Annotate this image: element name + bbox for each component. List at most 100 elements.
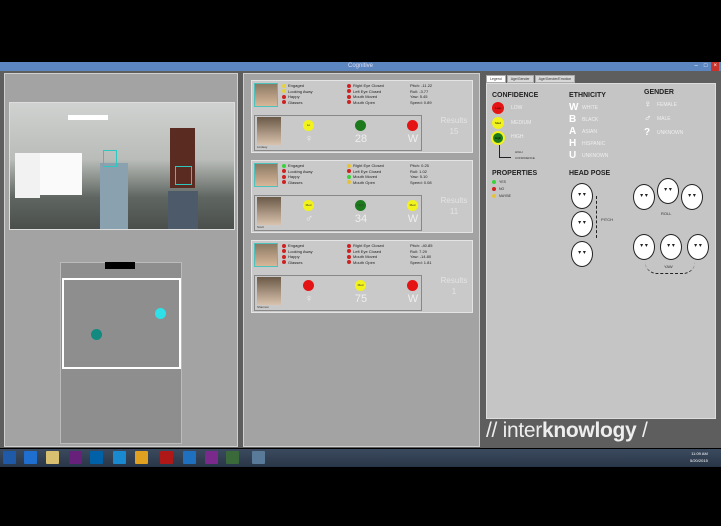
confidence-high: HIGH: [511, 134, 524, 140]
property-legend-item: NO: [492, 187, 504, 191]
close-button[interactable]: ×: [711, 62, 719, 71]
face-yaw-right-icon: ▾ ▾: [687, 234, 709, 260]
face-thumbnail: [254, 243, 278, 267]
face-roll-right-icon: ▾ ▾: [681, 184, 703, 210]
taskbar-ie-icon[interactable]: [24, 451, 37, 464]
face-yaw-left-icon: ▾ ▾: [633, 234, 655, 260]
minimize-button[interactable]: –: [693, 62, 700, 71]
window-controls: – □ ×: [693, 62, 719, 71]
taskbar-visual-studio-icon[interactable]: [69, 451, 82, 464]
clock-time: 11:09 AM: [691, 451, 708, 456]
taskbar-onenote-icon[interactable]: [205, 451, 218, 464]
attribute-value: ♀: [304, 133, 314, 145]
label: LOW: [511, 105, 523, 111]
taskbar: [0, 449, 721, 467]
label: UNKNOWN: [657, 129, 684, 136]
taskbar-lync-icon[interactable]: [183, 451, 196, 464]
ethnicity-item: H HISPANIC: [569, 138, 605, 149]
status-dot-icon: [347, 83, 351, 88]
tab-age-gender-emotion[interactable]: Age/Gender/Emotion: [534, 75, 576, 83]
gender-title: GENDER: [644, 89, 674, 96]
attribute-value: ♀: [304, 293, 314, 305]
status-dot-icon: [282, 180, 286, 185]
taskbar-app-icon[interactable]: [113, 451, 126, 464]
status-dot-icon: [347, 174, 351, 179]
status-dot-icon: [282, 174, 286, 179]
property-label: Mouth Open: [353, 179, 376, 185]
results-count: Results 1: [436, 275, 472, 297]
attribute-value: W: [407, 133, 419, 145]
ethnicity-item: W WHITE: [569, 102, 598, 113]
head-pose-values: Pitch: 0.25 Roll: 1.02 Yaw: 5.10 Speed: 0.0…: [410, 163, 432, 185]
taskbar-outlook-icon[interactable]: [90, 451, 103, 464]
confidence-title: CONFIDENCE: [492, 92, 539, 99]
attribute-value: 34: [354, 213, 368, 225]
confidence-low: LOW: [511, 105, 522, 111]
attribute-value: 75: [354, 293, 368, 305]
confidence-circle: Lo: [303, 120, 314, 131]
status-dot-icon: [347, 180, 351, 185]
results-label: Results: [440, 116, 468, 125]
status-dot-icon: [282, 249, 286, 254]
confidence-circle: [407, 280, 418, 291]
properties-title: PROPERTIES: [492, 170, 538, 177]
results-value: 1: [451, 287, 457, 296]
status-dot-icon: [282, 254, 286, 259]
status-dot-icon: [492, 187, 496, 191]
pose-value: Speed: 0.89: [410, 99, 432, 105]
taskbar-start-icon[interactable]: [3, 451, 16, 464]
brand-bold: knowlogy: [541, 419, 637, 442]
properties-list: Right Eye Closed Left Eye Closed Mouth Mov…: [347, 83, 384, 105]
property-legend-item: MAYBE: [492, 194, 511, 198]
status-dot-icon: [347, 260, 351, 265]
status-dot-icon: [282, 83, 286, 88]
confidence-medium-badge: Med: [492, 117, 504, 129]
face-pitch-up-icon: ▾ ▾: [571, 183, 593, 209]
results-count: Results 15: [436, 115, 472, 137]
window-titlebar: Cognitive: [0, 62, 721, 71]
taskbar-media-icon[interactable]: [160, 451, 173, 464]
clock[interactable]: 11:09 AM 5/20/2015: [690, 450, 708, 464]
property-item: Glasses: [282, 100, 313, 106]
status-dot-icon: [347, 249, 351, 254]
property-label: Mouth Open: [353, 99, 376, 105]
pitch-label: PITCH: [601, 217, 613, 222]
tab-age-gender[interactable]: Age/Gender: [506, 75, 534, 83]
property-item: Glasses: [282, 180, 313, 186]
person-photo: [257, 197, 281, 225]
person-name: Scott: [257, 225, 264, 229]
taskbar-camtasia-icon[interactable]: [226, 451, 239, 464]
taskbar-explorer-icon[interactable]: [46, 451, 59, 464]
status-dot-icon: [282, 100, 286, 105]
label: HISPANIC: [582, 140, 606, 147]
confidence-note: HIGH: [515, 150, 523, 154]
taskbar-app2-icon[interactable]: [252, 451, 265, 464]
brand-post: /: [636, 419, 648, 442]
head-pose-title: HEAD POSE: [569, 170, 611, 177]
label: FEMALE: [657, 101, 678, 108]
legend-tabs: Legend Age/Gender Age/Gender/Emotion: [486, 75, 576, 83]
ethnicity-item: U UNKNOWN: [569, 150, 608, 161]
tab-legend[interactable]: Legend: [486, 75, 506, 83]
brand-pre: // inter: [486, 419, 542, 442]
results-value: 11: [449, 207, 459, 216]
pose-value: Speed: 1.81: [410, 259, 432, 265]
status-dot-icon: [347, 254, 351, 259]
taskbar-chrome-icon[interactable]: [135, 451, 148, 464]
face-pitch-center-icon: ▾ ▾: [571, 211, 593, 237]
person-photo: [257, 277, 281, 305]
ethnicity-letter: A: [569, 126, 577, 137]
label: YES: [499, 180, 507, 184]
label: ASIAN: [582, 128, 598, 135]
maximize-button[interactable]: □: [702, 62, 710, 71]
legend: CONFIDENCE Low LOW Med MEDIUM High HIGH …: [486, 83, 716, 419]
ethnicity-letter: H: [569, 138, 577, 149]
attribute-value: W: [407, 213, 419, 225]
status-dot-icon: [282, 163, 286, 168]
property-label: Mouth Open: [353, 259, 376, 265]
face-pitch-down-icon: ▾ ▾: [571, 241, 593, 267]
face-result-card: Engaged Looking Away Happy Glasses Right Eye…: [251, 80, 473, 153]
ethnicity-letter: U: [569, 150, 577, 161]
label: WHITE: [582, 104, 599, 111]
confidence-medium: MEDIUM: [511, 120, 531, 126]
